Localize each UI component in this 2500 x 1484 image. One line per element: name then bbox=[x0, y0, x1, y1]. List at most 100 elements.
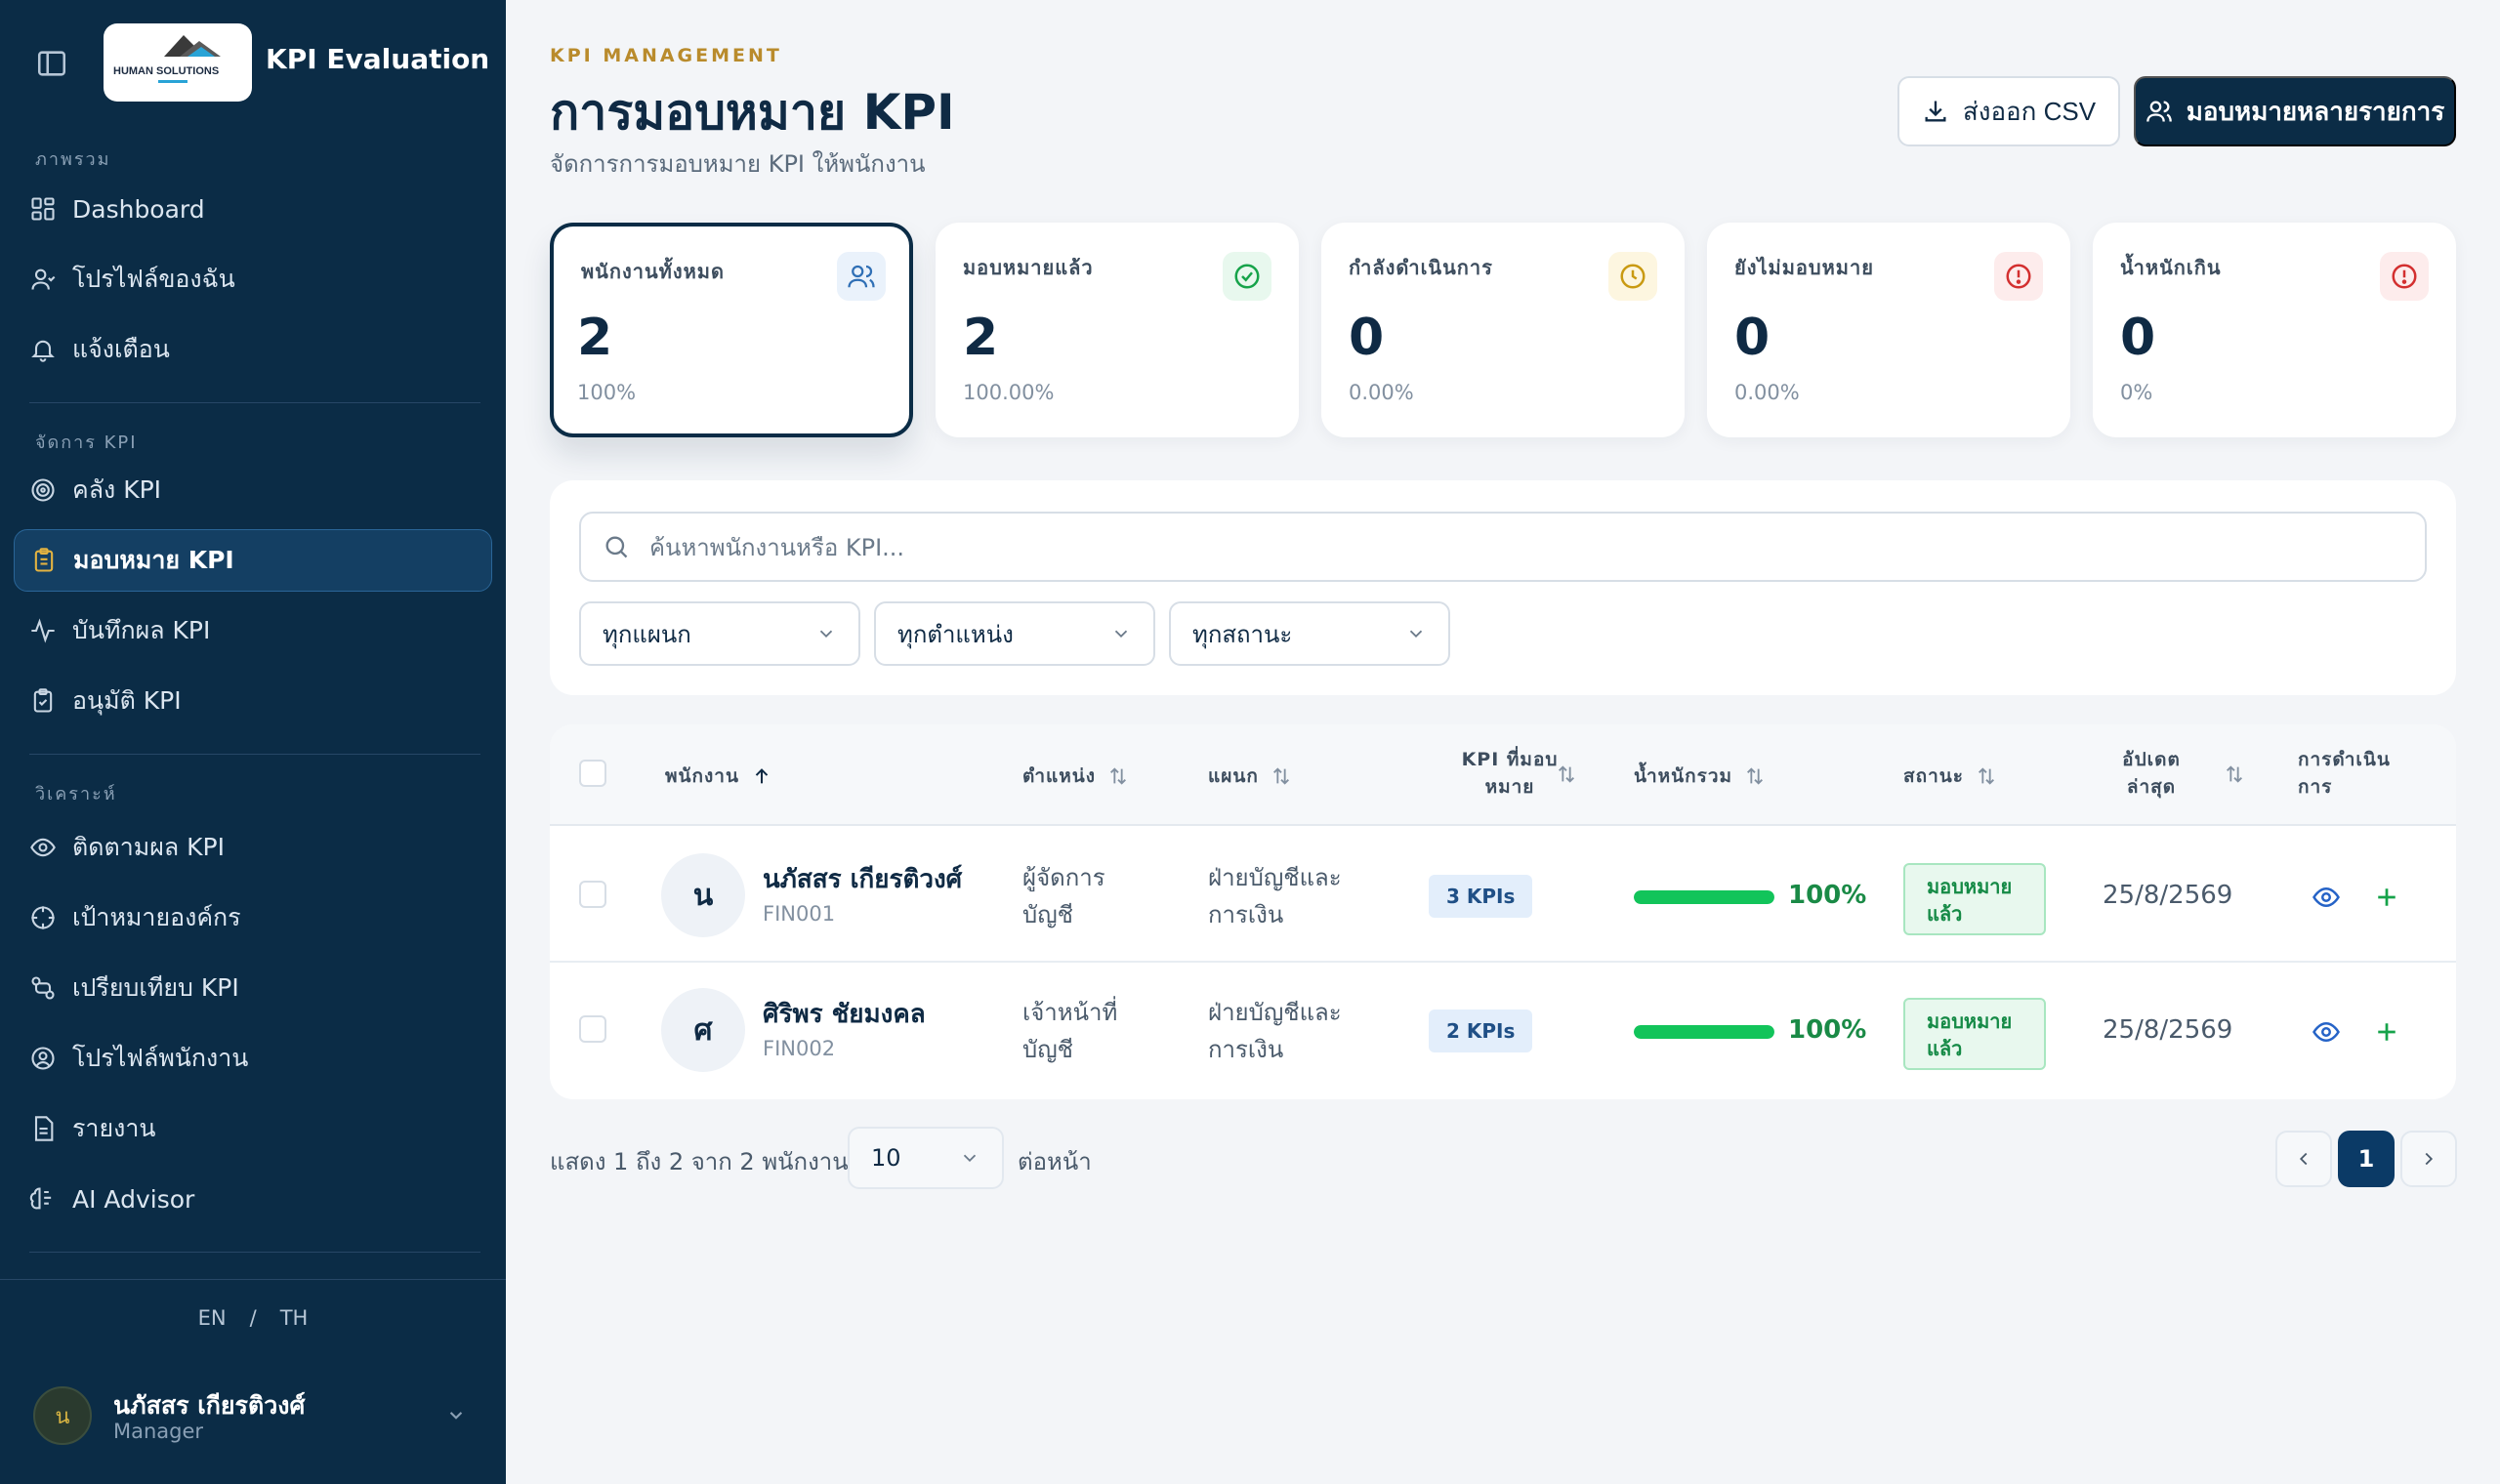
column-employee[interactable]: พนักงาน bbox=[665, 762, 772, 791]
avatar: น bbox=[661, 853, 745, 937]
row-checkbox[interactable] bbox=[579, 1015, 606, 1043]
add-kpi-icon[interactable] bbox=[2372, 883, 2401, 912]
sidebar-item-my-profile[interactable]: โปรไฟล์ของฉัน bbox=[14, 248, 492, 310]
sidebar-item-kpi-library[interactable]: คลัง KPI bbox=[14, 459, 492, 521]
stat-card-in-progress[interactable]: กำลังดำเนินการ 0 0.00% bbox=[1321, 223, 1685, 437]
search-input[interactable]: ค้นหาพนักงานหรือ KPI... bbox=[579, 512, 2427, 582]
employee-code: FIN002 bbox=[763, 1037, 836, 1060]
filter-panel: ค้นหาพนักงานหรือ KPI... ทุกแผนก ทุกตำแหน… bbox=[550, 480, 2456, 695]
department-line-2: การเงิน bbox=[1208, 1036, 1284, 1063]
select-all-checkbox[interactable] bbox=[579, 760, 606, 787]
stat-card-unassigned[interactable]: ยังไม่มอบหมาย 0 0.00% bbox=[1707, 223, 2070, 437]
column-status[interactable]: สถานะ bbox=[1903, 762, 1997, 791]
table-row[interactable]: น นภัสสร เกียรติวงศ์ FIN001 ผู้จัดการ บั… bbox=[550, 828, 2456, 963]
weight-progress-bar bbox=[1634, 1025, 1774, 1039]
page-button-current[interactable]: 1 bbox=[2338, 1131, 2395, 1187]
column-department[interactable]: แผนก bbox=[1208, 762, 1292, 791]
sidebar-item-notifications[interactable]: แจ้งเตือน bbox=[14, 318, 492, 381]
column-position-label: ตำแหน่ง bbox=[1022, 765, 1097, 787]
column-last-updated[interactable]: อัปเดต ล่าสุด bbox=[2103, 746, 2200, 801]
sidebar-item-org-goals[interactable]: เป้าหมายองค์กร bbox=[14, 886, 492, 949]
sidebar-item-kpi-compare[interactable]: เปรียบเทียบ KPI bbox=[14, 957, 492, 1019]
sidebar-item-label: มอบหมาย KPI bbox=[73, 546, 234, 574]
column-position[interactable]: ตำแหน่ง bbox=[1022, 762, 1129, 791]
user-menu[interactable]: น นภัสสร เกียรติวงศ์ Manager bbox=[33, 1386, 473, 1445]
sort-icon[interactable] bbox=[1556, 763, 1577, 785]
stat-label: มอบหมายแล้ว bbox=[963, 256, 1094, 279]
stat-card-overweight[interactable]: น้ำหนักเกิน 0 0% bbox=[2093, 223, 2456, 437]
download-icon bbox=[1925, 101, 1946, 122]
sidebar-toggle-icon[interactable] bbox=[35, 47, 68, 80]
sidebar-item-ai-advisor[interactable]: AI Advisor bbox=[14, 1168, 492, 1230]
weight-progress-fill bbox=[1634, 890, 1774, 904]
column-total-weight[interactable]: น้ำหนักรวม bbox=[1634, 762, 1766, 791]
user-circle-icon bbox=[31, 1047, 55, 1070]
stat-percent: 0.00% bbox=[1734, 381, 1800, 404]
kpi-count-badge: 2 KPIs bbox=[1429, 1010, 1533, 1052]
employee-department: ฝ่ายบัญชีและ การเงิน bbox=[1208, 994, 1342, 1068]
stat-card-assigned[interactable]: มอบหมายแล้ว 2 100.00% bbox=[936, 223, 1299, 437]
column-updated-label-2: ล่าสุด bbox=[2126, 776, 2177, 798]
department-line-1: ฝ่ายบัญชีและ bbox=[1208, 999, 1342, 1026]
lang-th[interactable]: TH bbox=[280, 1306, 309, 1330]
view-icon[interactable] bbox=[2312, 1017, 2341, 1047]
status-badge: มอบหมาย แล้ว bbox=[1903, 863, 2046, 935]
employee-name[interactable]: นภัสสร เกียรติวงศ์ bbox=[763, 859, 962, 899]
chevron-down-icon bbox=[1114, 630, 1128, 639]
sidebar-item-kpi-approval[interactable]: อนุมัติ KPI bbox=[14, 670, 492, 732]
last-updated: 25/8/2569 bbox=[2103, 1015, 2233, 1045]
sort-asc-icon bbox=[755, 768, 769, 784]
sidebar-item-label: รายงาน bbox=[72, 1114, 156, 1142]
sidebar-item-employee-profile[interactable]: โปรไฟล์พนักงาน bbox=[14, 1027, 492, 1090]
export-csv-button[interactable]: ส่งออก CSV bbox=[1897, 76, 2120, 146]
sidebar-item-kpi-record[interactable]: บันทึกผล KPI bbox=[14, 599, 492, 662]
chevron-down-icon bbox=[819, 630, 833, 639]
row-checkbox[interactable] bbox=[579, 881, 606, 908]
status-line-1: มอบหมาย bbox=[1927, 1010, 2013, 1033]
user-role: Manager bbox=[113, 1420, 204, 1443]
view-icon[interactable] bbox=[2312, 883, 2341, 912]
section-analyze: วิเคราะห์ bbox=[35, 784, 117, 804]
add-kpi-icon[interactable] bbox=[2372, 1017, 2401, 1047]
sidebar-item-reports[interactable]: รายงาน bbox=[14, 1097, 492, 1160]
employee-department: ฝ่ายบัญชีและ การเงิน bbox=[1208, 859, 1342, 933]
stat-percent: 0% bbox=[2120, 381, 2153, 404]
sidebar-item-label: เปรียบเทียบ KPI bbox=[72, 973, 239, 1002]
sidebar-item-dashboard[interactable]: Dashboard bbox=[14, 178, 492, 240]
chevron-down-icon bbox=[1409, 630, 1423, 639]
employee-position: เจ้าหน้าที่ บัญชี bbox=[1022, 994, 1117, 1068]
clipboard-icon bbox=[34, 548, 54, 572]
employee-position: ผู้จัดการ บัญชี bbox=[1022, 859, 1105, 933]
brain-icon bbox=[29, 1187, 52, 1210]
sidebar-item-label: โปรไฟล์ของฉัน bbox=[72, 265, 235, 293]
chevron-right-icon bbox=[2425, 1152, 2434, 1166]
next-page-button[interactable] bbox=[2400, 1131, 2457, 1187]
sidebar: HUMAN SOLUTIONS KPI Evaluation ... ภาพรว… bbox=[0, 0, 506, 1484]
sort-icon[interactable] bbox=[2224, 763, 2245, 785]
column-actions-label-2: การ bbox=[2298, 776, 2333, 798]
lang-en[interactable]: EN bbox=[198, 1306, 227, 1330]
search-placeholder: ค้นหาพนักงานหรือ KPI... bbox=[649, 533, 905, 561]
status-select[interactable]: ทุกสถานะ bbox=[1169, 601, 1450, 666]
sidebar-item-label: Dashboard bbox=[72, 194, 205, 224]
prev-page-button[interactable] bbox=[2275, 1131, 2332, 1187]
activity-icon bbox=[31, 618, 55, 643]
table-row[interactable]: ศ ศิริพร ชัยมงคล FIN002 เจ้าหน้าที่ บัญช… bbox=[550, 963, 2456, 1097]
status-select-value: ทุกสถานะ bbox=[1192, 620, 1293, 648]
sidebar-item-kpi-tracking[interactable]: ติดตามผล KPI bbox=[14, 816, 492, 879]
position-line-2: บัญชี bbox=[1022, 1036, 1073, 1063]
employee-name[interactable]: ศิริพร ชัยมงคล bbox=[763, 994, 926, 1034]
position-select[interactable]: ทุกตำแหน่ง bbox=[874, 601, 1155, 666]
weight-progress-bar bbox=[1634, 890, 1774, 904]
company-logo[interactable]: HUMAN SOLUTIONS bbox=[104, 23, 252, 102]
users-icon bbox=[2146, 101, 2172, 122]
stat-card-total-employees[interactable]: พนักงานทั้งหมด 2 100% bbox=[550, 223, 913, 437]
per-page-select[interactable]: 10 bbox=[848, 1127, 1004, 1189]
department-select[interactable]: ทุกแผนก bbox=[579, 601, 860, 666]
page-eyebrow: KPI MANAGEMENT bbox=[550, 45, 782, 66]
users-icon bbox=[837, 252, 886, 301]
bulk-assign-label: มอบหมายหลายรายการ bbox=[2186, 96, 2445, 126]
bulk-assign-button[interactable]: มอบหมายหลายรายการ bbox=[2134, 76, 2456, 146]
sidebar-item-kpi-assignment[interactable]: มอบหมาย KPI bbox=[14, 529, 492, 592]
export-csv-label: ส่งออก CSV bbox=[1962, 96, 2097, 126]
